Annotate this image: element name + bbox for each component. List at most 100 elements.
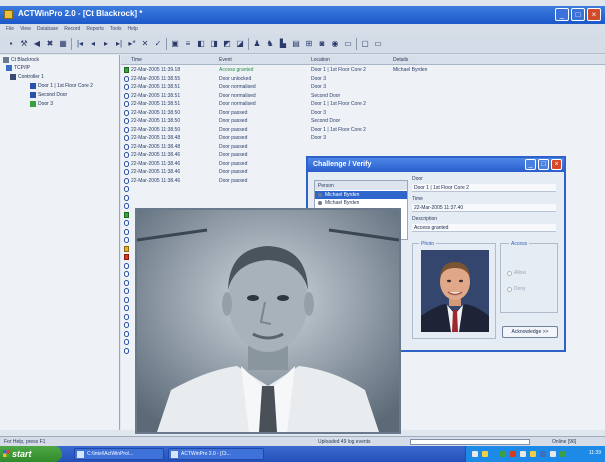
tray-icon[interactable] <box>500 451 506 457</box>
tray-icon[interactable] <box>540 451 546 457</box>
tree-item-second-door[interactable]: Second Door <box>30 92 67 98</box>
cell-location: Door 1 | 1st Floor Core 2 <box>311 67 366 73</box>
prev-record-icon[interactable]: ◂ <box>88 39 98 49</box>
column-time[interactable]: Time <box>131 57 142 63</box>
tray-icon[interactable] <box>520 451 526 457</box>
door-event-icon <box>124 177 129 184</box>
menu-file[interactable]: File <box>6 24 14 34</box>
cell-event: Door normalised <box>219 92 256 99</box>
table-row[interactable]: 22-Mar-2005 11:39.18 Access granted Door 1… <box>121 66 605 75</box>
camera-icon[interactable]: ◙ <box>317 39 327 49</box>
status-online: Online [96] <box>552 439 577 445</box>
first-record-icon[interactable]: |◂ <box>75 39 85 49</box>
tree-item-site[interactable]: Ct Blackrock <box>3 57 39 63</box>
menu-tools[interactable]: Tools <box>110 24 122 34</box>
dialog-minimize-button[interactable]: _ <box>525 159 536 170</box>
deny-radio[interactable]: Deny <box>507 286 526 292</box>
tree-item-tcpip[interactable]: TCP/IP <box>6 65 30 71</box>
person-row[interactable]: Michael Byrden <box>315 191 407 199</box>
door-event-icon <box>124 169 129 175</box>
window-icon[interactable]: ▢ <box>360 39 370 49</box>
door-lock-icon[interactable]: ◨ <box>209 39 219 49</box>
table-row[interactable]: 22-Mar-2005 11:38.55 Door unlocked Door 3 <box>121 75 605 84</box>
cell-details: Michael Byrden <box>393 67 428 73</box>
door-icon <box>30 92 36 98</box>
lock-icon[interactable]: ▦ <box>58 39 68 49</box>
save-icon[interactable]: ▪ <box>6 39 16 49</box>
status-progress-bar <box>410 439 530 445</box>
delete-icon[interactable]: ✖ <box>45 39 55 49</box>
menu-database[interactable]: Database <box>37 24 58 34</box>
table-row[interactable]: 22-Mar-2005 11:38.50 Door passed Door 3 <box>121 109 605 118</box>
cancel-icon[interactable]: ✕ <box>140 39 150 49</box>
window-title: ACTWinPro 2.0 - [Ct Blackrock] * <box>18 9 143 18</box>
dialog-close-button[interactable]: × <box>551 159 562 170</box>
tree-item-controller[interactable]: Controller 1 <box>10 74 44 80</box>
cell-event: Door passed <box>219 126 248 133</box>
list-icon[interactable]: ≡ <box>183 39 193 49</box>
acknowledge-button[interactable]: Acknowledge >> <box>502 326 558 338</box>
last-record-icon[interactable]: ▸| <box>114 39 124 49</box>
table-row[interactable]: 22-Mar-2005 11:38.50 Door passed Second Do… <box>121 117 605 126</box>
menu-view[interactable]: View <box>20 24 31 34</box>
users-icon[interactable]: ♟ <box>252 39 262 49</box>
table-row[interactable]: 22-Mar-2005 11:38.51 Door normalised Secon… <box>121 92 605 101</box>
door-normal-icon[interactable]: ◪ <box>235 39 245 49</box>
column-location[interactable]: Location <box>311 57 330 63</box>
menu-help[interactable]: Help <box>128 24 138 34</box>
tray-icon[interactable] <box>472 451 478 457</box>
menu-record[interactable]: Record <box>64 24 80 34</box>
menu-reports[interactable]: Reports <box>86 24 104 34</box>
dialog-maximize-button[interactable]: □ <box>538 159 549 170</box>
confirm-icon[interactable]: ✓ <box>153 39 163 49</box>
tools-icon[interactable]: ⚒ <box>19 39 29 49</box>
camera-video-window <box>135 208 401 434</box>
tray-icon[interactable] <box>560 451 566 457</box>
alarm-icon[interactable]: ◉ <box>330 39 340 49</box>
door-event-icon <box>124 118 129 124</box>
door-event-icon <box>124 75 129 82</box>
column-event[interactable]: Event <box>219 57 232 63</box>
person-name: Michael Byrden <box>325 192 360 198</box>
door-event-icon <box>124 347 129 354</box>
tray-icon[interactable] <box>550 451 556 457</box>
cell-event: Door normalised <box>219 101 256 107</box>
building-icon[interactable]: ▙ <box>278 39 288 49</box>
tray-icon[interactable] <box>510 451 516 457</box>
maximize-button[interactable]: □ <box>571 8 585 21</box>
door-open-icon[interactable]: ◧ <box>196 39 206 49</box>
next-record-icon[interactable]: ▸ <box>101 39 111 49</box>
table-row[interactable]: 22-Mar-2005 11:38.51 Door normalised Door … <box>121 100 605 109</box>
cell-location: Second Door <box>311 118 341 124</box>
tray-icon[interactable] <box>530 451 536 457</box>
system-tray: 11:39 <box>465 446 605 462</box>
table-row[interactable]: 22-Mar-2005 11:38.50 Door passed Door 1 | … <box>121 126 605 135</box>
minimize-button[interactable]: _ <box>555 8 569 21</box>
tile-icon[interactable]: ▭ <box>373 39 383 49</box>
tree-item-door-3[interactable]: Door 3 <box>30 101 53 107</box>
table-row[interactable]: 22-Mar-2005 11:38.48 Door passed Door 3 <box>121 134 605 143</box>
controller-icon <box>10 74 16 80</box>
cell-time: 22-Mar-2005 11:38.48 <box>131 135 181 141</box>
network-icon[interactable]: ⊞ <box>304 39 314 49</box>
new-record-icon[interactable]: ▸* <box>127 39 137 49</box>
column-details[interactable]: Details <box>393 57 408 63</box>
allow-radio[interactable]: Allow <box>507 270 526 276</box>
folder-icon[interactable]: ▭ <box>343 39 353 49</box>
taskbar-item-explorer[interactable]: C:\Intel\ActWinPro\... <box>74 448 164 460</box>
table-row[interactable]: 22-Mar-2005 11:38.48 Door passed <box>121 143 605 152</box>
report-icon[interactable]: ▤ <box>291 39 301 49</box>
door-event-icon <box>124 194 129 201</box>
tray-icon[interactable] <box>482 451 488 457</box>
taskbar-item-actwinpro[interactable]: ACTWinPro 2.0 - [Ct... <box>168 448 264 460</box>
door-unlock-icon[interactable]: ◩ <box>222 39 232 49</box>
tree-item-door-1[interactable]: Door 1 | 1st Floor Core 2 <box>30 83 93 89</box>
close-button[interactable]: × <box>587 8 601 21</box>
grid-icon[interactable]: ▣ <box>170 39 180 49</box>
back-icon[interactable]: ◀ <box>32 39 42 49</box>
group-icon[interactable]: ♞ <box>265 39 275 49</box>
time-value: 22-Mar-2005 11:37.40 <box>412 204 556 212</box>
start-button[interactable]: start <box>0 446 62 462</box>
table-row[interactable]: 22-Mar-2005 11:38.51 Door normalised Door … <box>121 83 605 92</box>
person-row[interactable]: Michael Byrden <box>315 199 407 207</box>
